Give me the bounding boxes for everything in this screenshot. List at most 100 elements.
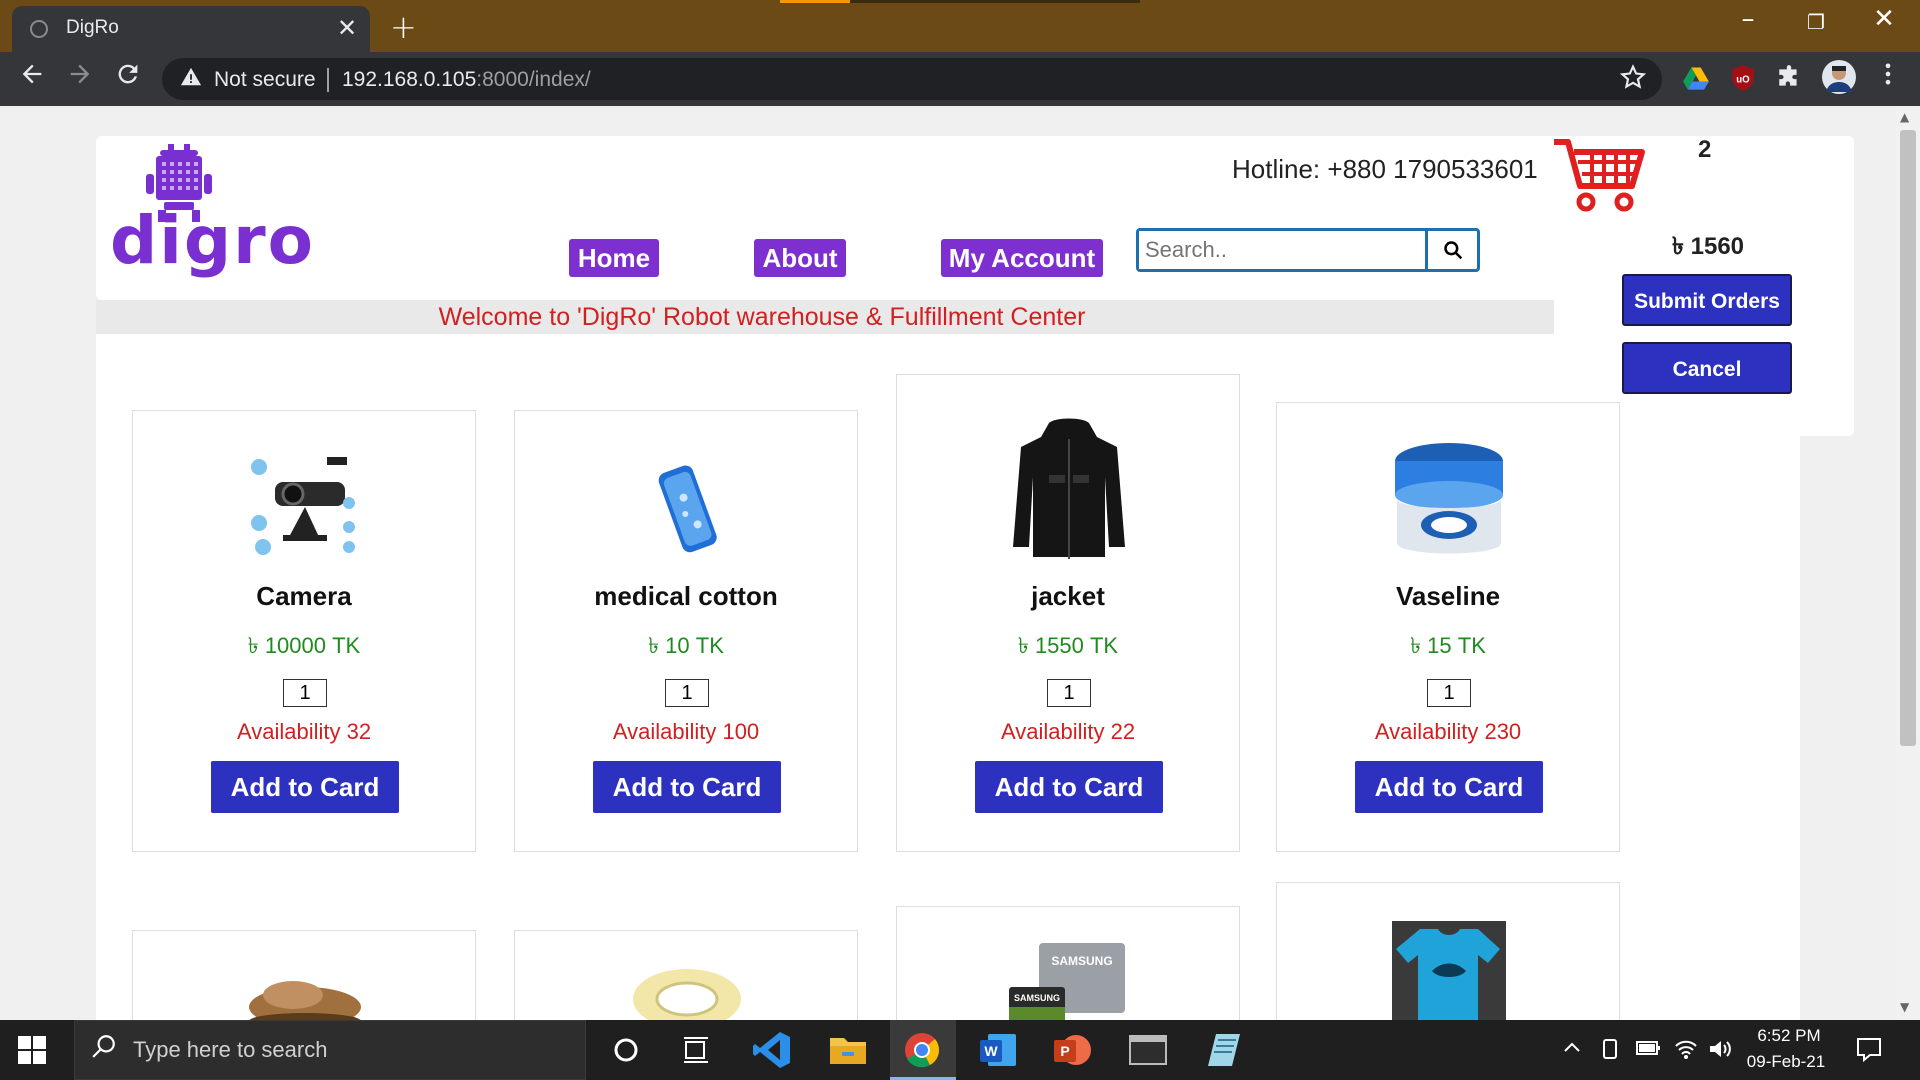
url-host: 192.168.0.105 bbox=[342, 68, 477, 91]
quantity-input[interactable]: 1 bbox=[1427, 679, 1471, 707]
cancel-button[interactable]: Cancel bbox=[1622, 342, 1792, 394]
cart-total: ৳ 1560 bbox=[1672, 233, 1745, 260]
windows-taskbar: Type here to search W P 6:52 PM 09-Feb-2… bbox=[0, 1020, 1920, 1080]
tshirt-image[interactable] bbox=[1392, 921, 1506, 1020]
clock-date[interactable]: 09-Feb-21 bbox=[1744, 1052, 1828, 1072]
shopping-cart-icon[interactable] bbox=[1552, 136, 1648, 216]
cortana-icon[interactable] bbox=[606, 1030, 646, 1070]
google-drive-icon[interactable] bbox=[1682, 64, 1712, 94]
reload-icon[interactable] bbox=[108, 60, 148, 95]
chrome-menu-icon[interactable] bbox=[1868, 60, 1908, 95]
quantity-input[interactable]: 1 bbox=[665, 679, 709, 707]
url-path: :8000/index/ bbox=[476, 68, 591, 91]
jacket-image[interactable] bbox=[1009, 415, 1129, 565]
tab-strip-accent-dark bbox=[850, 0, 1140, 3]
quantity-input[interactable]: 1 bbox=[283, 679, 327, 707]
tab-close-icon[interactable]: ✕ bbox=[337, 14, 357, 42]
browser-tab[interactable]: DigRo ✕ bbox=[12, 6, 370, 52]
memory-card-image[interactable]: SAMSUNG SAMSUNG bbox=[1009, 943, 1129, 1020]
chrome-icon[interactable] bbox=[902, 1030, 942, 1070]
add-to-cart-button[interactable]: Add to Card bbox=[593, 761, 781, 813]
product-name[interactable]: Vaseline bbox=[1277, 581, 1619, 612]
vscode-icon[interactable] bbox=[752, 1030, 792, 1070]
tab-strip-accent bbox=[780, 0, 850, 3]
add-to-cart-button[interactable]: Add to Card bbox=[1355, 761, 1543, 813]
window-close-button[interactable]: ✕ bbox=[1854, 4, 1914, 34]
ublock-icon[interactable]: uO bbox=[1730, 64, 1760, 94]
extensions-puzzle-icon[interactable] bbox=[1776, 64, 1806, 94]
terminal-icon[interactable] bbox=[1128, 1030, 1168, 1070]
scroll-down-arrow-icon[interactable]: ▼ bbox=[1900, 1000, 1909, 1014]
notification-center-icon[interactable] bbox=[1856, 1036, 1882, 1067]
file-explorer-icon[interactable] bbox=[828, 1030, 868, 1070]
url-text[interactable]: 192.168.0.105:8000/index/ bbox=[342, 68, 591, 92]
product-card bbox=[132, 930, 476, 1020]
samsung-adapter-label: SAMSUNG bbox=[1051, 954, 1112, 968]
bookmark-star-icon[interactable] bbox=[1619, 64, 1647, 97]
restore-button[interactable]: ❐ bbox=[1786, 10, 1846, 34]
add-to-cart-button[interactable]: Add to Card bbox=[211, 761, 399, 813]
product-name[interactable]: jacket bbox=[897, 581, 1239, 612]
scroll-up-arrow-icon[interactable]: ▲ bbox=[1900, 110, 1909, 124]
task-view-icon[interactable] bbox=[676, 1030, 716, 1070]
profile-avatar[interactable] bbox=[1822, 60, 1856, 94]
availability-text: Availability 32 bbox=[236, 719, 372, 744]
tape-roll-image[interactable] bbox=[627, 967, 747, 1020]
add-to-cart-button[interactable]: Add to Card bbox=[975, 761, 1163, 813]
quantity-input[interactable]: 1 bbox=[1047, 679, 1091, 707]
clock-time[interactable]: 6:52 PM bbox=[1754, 1026, 1824, 1046]
product-card: jacket ৳ 1550 TK 1 Availability 22 Add t… bbox=[896, 374, 1240, 852]
product-price: ৳ 15 TK bbox=[1410, 633, 1486, 658]
medical-cotton-image[interactable] bbox=[627, 447, 747, 567]
notepad-icon[interactable] bbox=[1204, 1030, 1244, 1070]
address-bar[interactable]: Not secure 192.168.0.105:8000/index/ bbox=[162, 58, 1662, 100]
search-icon bbox=[1443, 241, 1462, 260]
warning-icon[interactable] bbox=[180, 66, 202, 93]
product-price: ৳ 10 TK bbox=[648, 633, 724, 658]
cart-count: 2 bbox=[1698, 136, 1712, 163]
scrollbar-thumb[interactable] bbox=[1900, 130, 1916, 746]
taskbar-search-box[interactable]: Type here to search bbox=[74, 1020, 586, 1080]
wifi-icon[interactable] bbox=[1674, 1038, 1698, 1065]
search-box bbox=[1136, 228, 1480, 272]
nav-home[interactable]: Home bbox=[569, 239, 659, 277]
browser-tab-strip: DigRo ✕ + – ❐ ✕ bbox=[0, 0, 1920, 52]
samsung-card-label: SAMSUNG bbox=[1014, 993, 1060, 1003]
volume-icon[interactable] bbox=[1708, 1038, 1732, 1065]
battery-icon[interactable] bbox=[1636, 1038, 1662, 1063]
globe-icon bbox=[30, 20, 48, 38]
availability-text: Availability 100 bbox=[612, 719, 760, 744]
windows-start-icon[interactable] bbox=[18, 1036, 46, 1064]
powerpoint-icon[interactable]: P bbox=[1052, 1030, 1092, 1070]
back-icon[interactable] bbox=[12, 60, 52, 95]
svg-text:W: W bbox=[984, 1043, 998, 1059]
products-area: Camera ৳ 10000 TK 1 Availability 32 Add … bbox=[96, 334, 1800, 1020]
security-label[interactable]: Not secure bbox=[214, 68, 316, 92]
search-button[interactable] bbox=[1425, 231, 1477, 269]
browser-toolbar: Not secure 192.168.0.105:8000/index/ uO bbox=[0, 52, 1920, 106]
new-tab-button[interactable]: + bbox=[390, 8, 417, 46]
logo-wordmark[interactable]: digro bbox=[110, 202, 315, 279]
slipper-image[interactable] bbox=[245, 971, 365, 1020]
device-icon[interactable] bbox=[1600, 1038, 1620, 1065]
word-icon[interactable]: W bbox=[978, 1030, 1018, 1070]
minimize-button[interactable]: – bbox=[1718, 4, 1778, 34]
forward-icon[interactable] bbox=[60, 60, 100, 95]
web-page: digro Hotline: +880 1790533601 2 ৳ 1560 … bbox=[0, 106, 1896, 1020]
product-card: Vaseline ৳ 15 TK 1 Availability 230 Add … bbox=[1276, 402, 1620, 852]
search-icon bbox=[91, 1033, 117, 1066]
search-input[interactable] bbox=[1139, 231, 1425, 269]
product-card bbox=[514, 930, 858, 1020]
vaseline-image[interactable] bbox=[1389, 439, 1509, 559]
product-name[interactable]: Camera bbox=[133, 581, 475, 612]
availability-text: Availability 22 bbox=[1000, 719, 1136, 744]
availability-text: Availability 230 bbox=[1374, 719, 1522, 744]
nav-my-account[interactable]: My Account bbox=[941, 239, 1103, 277]
product-name[interactable]: medical cotton bbox=[515, 581, 857, 612]
tray-overflow-chevron-icon[interactable] bbox=[1562, 1038, 1582, 1063]
submit-orders-button[interactable]: Submit Orders bbox=[1622, 274, 1792, 326]
svg-text:uO: uO bbox=[1736, 74, 1750, 85]
camera-image[interactable] bbox=[245, 447, 365, 567]
tab-title: DigRo bbox=[66, 17, 119, 38]
nav-about[interactable]: About bbox=[754, 239, 846, 277]
